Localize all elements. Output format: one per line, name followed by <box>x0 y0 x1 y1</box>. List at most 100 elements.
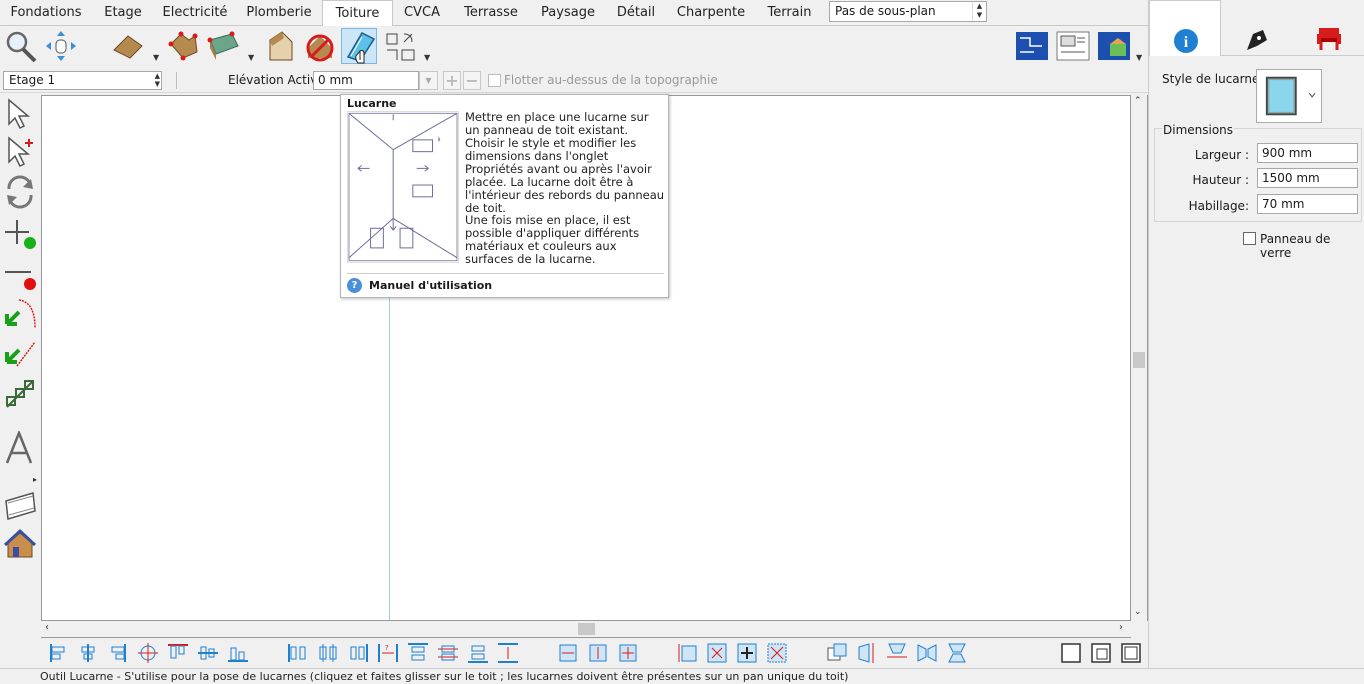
no-roof-button[interactable] <box>302 28 338 64</box>
dormer-style-label: Style de lucarne : <box>1162 72 1268 86</box>
join-line-button[interactable] <box>3 336 37 370</box>
chevron-down-icon[interactable]: ▼ <box>153 53 159 62</box>
increase-button[interactable]: + <box>443 71 461 90</box>
tab-cvca[interactable]: CVCA <box>393 0 451 26</box>
copy-button[interactable] <box>825 641 849 665</box>
distribute-left-button[interactable] <box>286 641 310 665</box>
tab-terrain[interactable]: Terrain <box>755 0 824 26</box>
space-horizontal-button[interactable]: ? <box>376 641 400 665</box>
elevation-input[interactable]: 0 mm <box>313 71 419 90</box>
frame-corner-icon <box>1121 643 1141 663</box>
roof-plane-button[interactable] <box>110 28 146 64</box>
align-center-button[interactable] <box>76 641 100 665</box>
scroll-down-icon[interactable]: ⌄ <box>1134 607 1142 617</box>
select-tool-button[interactable] <box>3 97 37 131</box>
subplan-select[interactable]: Pas de sous-plan ▲ ▼ <box>829 1 987 22</box>
align-right-button[interactable] <box>106 641 130 665</box>
frame-button[interactable] <box>1059 641 1083 665</box>
width-input[interactable]: 900 mm <box>1257 143 1358 163</box>
scroll-left-icon[interactable]: ‹ <box>45 622 49 633</box>
floor-select[interactable]: Etage 1 ▲ ▼ <box>3 71 162 90</box>
distribute-right-button[interactable] <box>346 641 370 665</box>
tab-info[interactable]: i <box>1149 0 1221 56</box>
frame-inner-button[interactable] <box>1089 641 1113 665</box>
align-center-both-button[interactable] <box>136 641 160 665</box>
align-left-button[interactable] <box>46 641 70 665</box>
tab-furniture[interactable] <box>1293 0 1364 56</box>
zoom-tool-button[interactable] <box>3 28 39 64</box>
help-icon[interactable]: ? <box>347 278 362 293</box>
break-line-button[interactable] <box>3 377 37 411</box>
space-vertical-button[interactable] <box>496 641 520 665</box>
height-input[interactable]: 1500 mm <box>1257 168 1358 188</box>
chevron-down-icon[interactable]: ▼ <box>1136 53 1142 62</box>
flip-v-button[interactable] <box>945 641 969 665</box>
elevation-view-button[interactable] <box>1055 28 1091 64</box>
vertical-scroll-thumb[interactable] <box>1133 352 1145 368</box>
gable-button[interactable] <box>262 28 298 64</box>
tab-fondations[interactable]: Fondations <box>0 0 92 26</box>
text-tool-button[interactable] <box>3 429 37 465</box>
pan-tool-button[interactable] <box>43 28 79 64</box>
tooltip-description-2: Une fois mise en place, il est possible … <box>465 213 640 266</box>
distribute-middle-button[interactable] <box>436 641 460 665</box>
scroll-right-icon[interactable]: › <box>1119 622 1123 633</box>
trim-input[interactable]: 70 mm <box>1257 194 1358 214</box>
resize-height-button[interactable] <box>675 641 699 665</box>
dormer-tool-button[interactable] <box>341 28 377 64</box>
distribute-center-button[interactable] <box>316 641 340 665</box>
expand-button[interactable] <box>735 641 759 665</box>
match-height-button[interactable] <box>586 641 610 665</box>
roof-outline-button[interactable] <box>165 28 201 64</box>
roof-auto-button[interactable] <box>206 28 242 64</box>
distribute-top-button[interactable] <box>406 641 430 665</box>
horizontal-scrollbar[interactable]: ‹ › <box>41 621 1131 638</box>
chevron-right-icon[interactable]: ▸ <box>33 475 37 484</box>
match-size-button[interactable] <box>616 641 640 665</box>
fit-button[interactable] <box>765 641 789 665</box>
tab-plomberie[interactable]: Plomberie <box>236 0 322 26</box>
tab-charpente[interactable]: Charpente <box>667 0 755 26</box>
vertical-scrollbar[interactable]: ⌃ ⌄ <box>1131 95 1148 621</box>
plan-view-button[interactable] <box>1014 28 1050 64</box>
tab-style[interactable] <box>1221 0 1293 56</box>
horizontal-scroll-thumb[interactable] <box>578 623 595 635</box>
camera-tool-button[interactable] <box>3 489 37 523</box>
chevron-down-icon[interactable]: ▼ <box>424 53 430 62</box>
add-point-button[interactable] <box>3 217 37 251</box>
tab-etage[interactable]: Etage <box>92 0 154 26</box>
align-middle-button[interactable] <box>196 641 220 665</box>
rotate-button[interactable] <box>3 175 37 209</box>
house-view-button[interactable] <box>3 527 37 561</box>
align-top-button[interactable] <box>166 641 190 665</box>
flip-h-button[interactable] <box>915 641 939 665</box>
manual-link[interactable]: Manuel d'utilisation <box>369 279 492 292</box>
tab-toiture[interactable]: Toiture <box>322 0 393 27</box>
mirror-v-button[interactable] <box>885 641 909 665</box>
shrink-button[interactable] <box>705 641 729 665</box>
3d-view-button[interactable] <box>1096 28 1132 64</box>
remove-point-button[interactable] <box>3 259 37 293</box>
tab-detail[interactable]: Détail <box>605 0 667 26</box>
select-multiple-button[interactable] <box>3 135 37 169</box>
chevron-down-icon[interactable]: ▼ <box>248 53 254 62</box>
tab-terrasse[interactable]: Terrasse <box>451 0 531 26</box>
mirror-h-button[interactable] <box>855 641 879 665</box>
roof-tools-button[interactable] <box>384 28 420 64</box>
float-topo-checkbox[interactable] <box>488 74 501 87</box>
dormer-style-select[interactable] <box>1256 69 1322 123</box>
remove-point-icon <box>5 271 36 290</box>
join-curve-button[interactable] <box>3 296 37 330</box>
frame-corner-button[interactable] <box>1119 641 1143 665</box>
align-bottom-button[interactable] <box>226 641 250 665</box>
tab-paysage[interactable]: Paysage <box>531 0 605 26</box>
glass-panel-checkbox[interactable] <box>1243 232 1256 245</box>
distribute-bottom-button[interactable] <box>466 641 490 665</box>
copy-icon <box>827 643 847 661</box>
decrease-button[interactable]: − <box>463 71 481 90</box>
tab-electricite[interactable]: Electricité <box>154 0 236 26</box>
elevation-dropdown[interactable]: ▼ <box>419 71 438 90</box>
match-width-button[interactable] <box>556 641 580 665</box>
spinner-arrows-icon: ▲ ▼ <box>972 2 986 21</box>
scroll-up-icon[interactable]: ⌃ <box>1134 96 1142 106</box>
